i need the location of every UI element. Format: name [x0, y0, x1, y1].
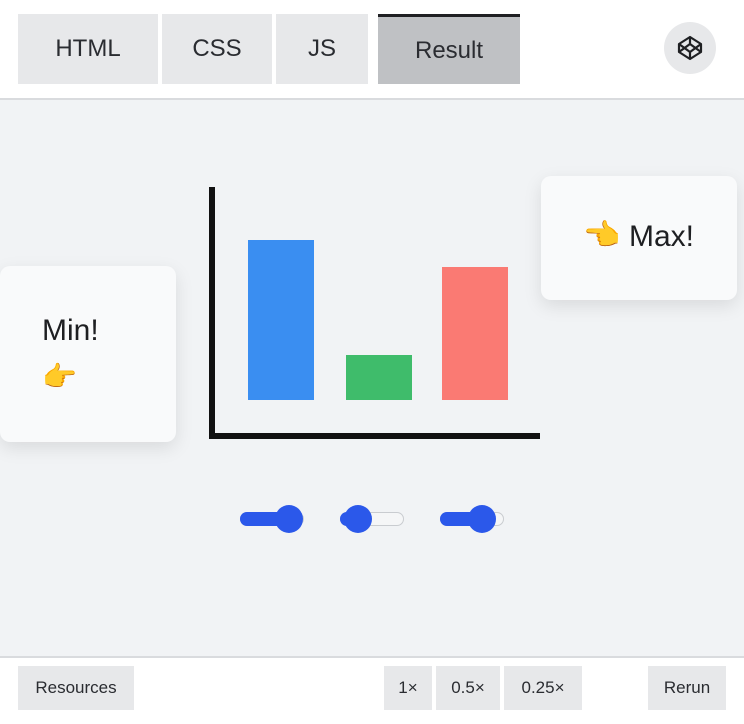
pointing-right-icon: 👉: [42, 361, 77, 392]
speed-0.25x-button[interactable]: 0.25×: [504, 666, 582, 710]
slider-3[interactable]: [440, 504, 506, 534]
max-label: Max!: [629, 220, 695, 253]
tab-js[interactable]: JS: [276, 14, 368, 84]
bar-2: [346, 355, 412, 400]
tab-result[interactable]: Result: [378, 14, 520, 84]
editor-footer: Resources 1× 0.5× 0.25× Rerun: [0, 656, 744, 724]
rerun-button[interactable]: Rerun: [648, 666, 726, 710]
min-card: Min! 👉: [0, 266, 176, 442]
slider-2[interactable]: [340, 504, 406, 534]
result-preview: Min! 👉 👈 Max!: [0, 100, 744, 656]
slider-thumb[interactable]: [468, 505, 497, 533]
tab-css[interactable]: CSS: [162, 14, 272, 84]
bar-3: [442, 267, 508, 400]
codepen-button[interactable]: [664, 22, 716, 74]
codepen-icon: [677, 35, 703, 61]
bar-chart: [209, 187, 540, 439]
slider-thumb[interactable]: [343, 505, 372, 533]
bar-1: [248, 240, 314, 400]
slider-1[interactable]: [240, 504, 306, 534]
min-label: Min!: [42, 314, 99, 347]
speed-0.5x-button[interactable]: 0.5×: [436, 666, 500, 710]
slider-thumb[interactable]: [274, 505, 303, 533]
pointing-left-icon: 👈: [583, 219, 621, 252]
speed-1x-button[interactable]: 1×: [384, 666, 432, 710]
resources-button[interactable]: Resources: [18, 666, 134, 710]
editor-header: HTML CSS JS Result: [0, 0, 744, 100]
max-card: 👈 Max!: [541, 176, 737, 300]
tab-html[interactable]: HTML: [18, 14, 158, 84]
